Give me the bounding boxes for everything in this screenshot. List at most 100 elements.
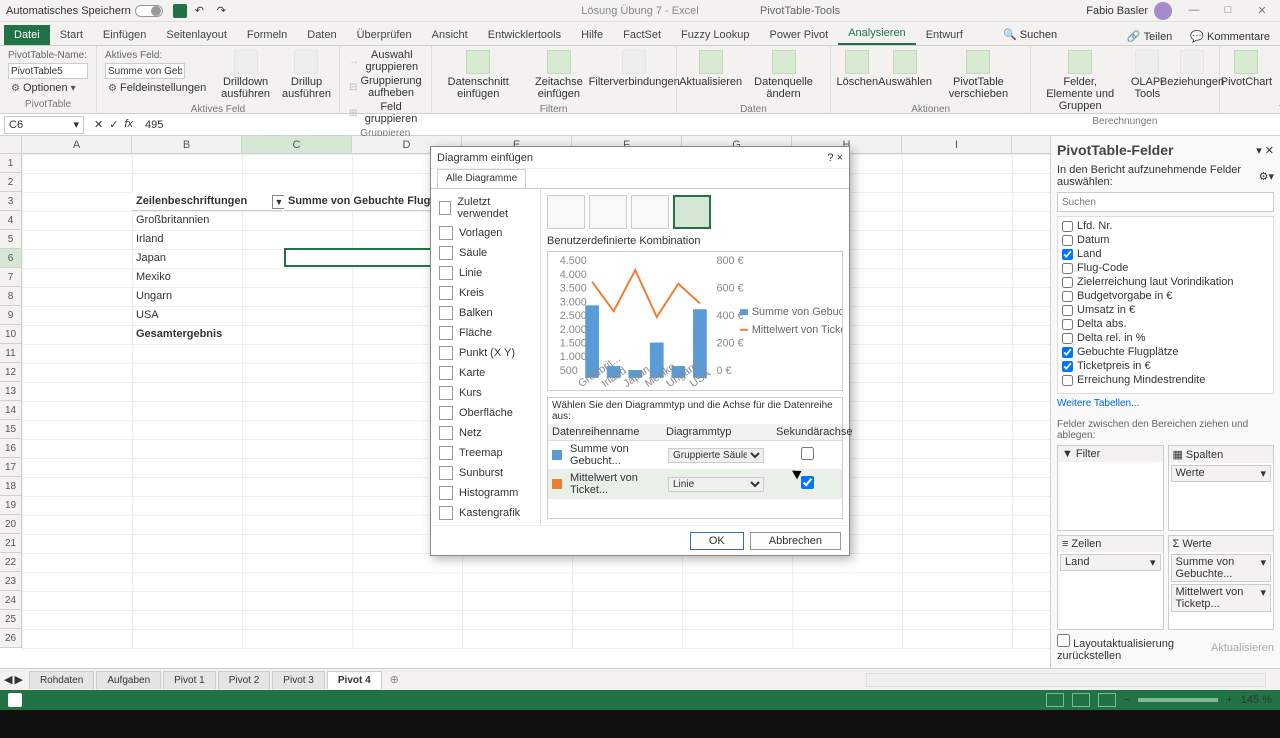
all-charts-tab[interactable]: Alle Diagramme: [437, 169, 526, 188]
row-header[interactable]: 22: [0, 553, 22, 572]
chart-type-item[interactable]: Linie: [431, 263, 540, 283]
pane-close-icon[interactable]: ✕: [1265, 145, 1274, 157]
field-list[interactable]: Lfd. Nr.DatumLandFlug-CodeZielerreichung…: [1057, 216, 1274, 394]
series-type-select-1[interactable]: Gruppierte Säulen: [668, 448, 764, 463]
field-item[interactable]: Zielerreichung laut Vorindikation: [1060, 275, 1271, 289]
field-checkbox[interactable]: [1062, 249, 1073, 260]
chevron-down-icon[interactable]: ▾: [1260, 586, 1266, 610]
sheet-tab[interactable]: Pivot 1: [163, 671, 216, 689]
subtype-2[interactable]: [589, 195, 627, 229]
chart-type-item[interactable]: Sunburst: [431, 463, 540, 483]
field-checkbox[interactable]: [1062, 263, 1073, 274]
field-checkbox[interactable]: [1062, 361, 1073, 372]
row-header[interactable]: 4: [0, 211, 22, 230]
chart-type-list[interactable]: Zuletzt verwendetVorlagenSäuleLinieKreis…: [431, 189, 541, 525]
zoom-slider[interactable]: [1138, 698, 1218, 702]
cancel-button[interactable]: Abbrechen: [750, 532, 841, 550]
comments-button[interactable]: 💬 Kommentare: [1184, 28, 1276, 45]
row-header[interactable]: 10: [0, 325, 22, 344]
recommended-button[interactable]: Empfohlene PivotTables: [1271, 48, 1280, 102]
tab-pagelayout[interactable]: Seitenlayout: [156, 25, 237, 45]
field-item[interactable]: Erreichung Mindestrendite: [1060, 373, 1271, 387]
chart-type-item[interactable]: Kreis: [431, 283, 540, 303]
zoom-in-icon[interactable]: +: [1226, 694, 1232, 706]
redo-icon[interactable]: ↷: [217, 4, 231, 18]
horizontal-scrollbar[interactable]: [866, 673, 1266, 687]
series-row-1[interactable]: Summe von Gebucht... Gruppierte Säulen: [548, 441, 842, 470]
chevron-down-icon[interactable]: ▾: [1260, 556, 1266, 580]
maximize-icon[interactable]: □: [1216, 4, 1240, 17]
minimize-icon[interactable]: —: [1182, 4, 1206, 17]
record-macro-icon[interactable]: [8, 693, 22, 707]
sheet-tab[interactable]: Pivot 3: [272, 671, 325, 689]
chart-type-item[interactable]: Kastengrafik: [431, 503, 540, 523]
sheet-tab[interactable]: Rohdaten: [29, 671, 94, 689]
series-row-2[interactable]: Mittelwert von Ticket... Linie: [548, 470, 842, 499]
refresh-button[interactable]: Aktualisieren: [683, 48, 739, 102]
chevron-down-icon[interactable]: ▾: [1260, 467, 1266, 480]
chart-type-item[interactable]: Fläche: [431, 323, 540, 343]
field-checkbox[interactable]: [1062, 291, 1073, 302]
row-header[interactable]: 6: [0, 249, 22, 268]
area-item[interactable]: Summe von Gebuchte...▾: [1171, 554, 1272, 582]
row-header[interactable]: 24: [0, 591, 22, 610]
chevron-down-icon[interactable]: ▾: [1150, 556, 1156, 569]
chart-type-item[interactable]: Balken: [431, 303, 540, 323]
formula-input[interactable]: 495: [139, 119, 1280, 131]
filter-area[interactable]: ▼Filter: [1057, 445, 1164, 531]
chart-type-item[interactable]: Karte: [431, 363, 540, 383]
tab-analyze[interactable]: Analysieren: [838, 23, 915, 45]
field-item[interactable]: Ticketpreis in €: [1060, 359, 1271, 373]
field-item[interactable]: Datum: [1060, 233, 1271, 247]
row-header[interactable]: 20: [0, 515, 22, 534]
chart-type-item[interactable]: Säule: [431, 243, 540, 263]
tab-factset[interactable]: FactSet: [613, 25, 671, 45]
field-checkbox[interactable]: [1062, 235, 1073, 246]
field-checkbox[interactable]: [1062, 319, 1073, 330]
defer-checkbox[interactable]: Layoutaktualisierung zurückstellen: [1057, 634, 1211, 662]
tab-view[interactable]: Ansicht: [422, 25, 478, 45]
area-item[interactable]: Werte▾: [1171, 465, 1272, 482]
sheet-nav-prev-icon[interactable]: ◀: [4, 673, 12, 686]
tab-design[interactable]: Entwurf: [916, 25, 973, 45]
user-section[interactable]: Fabio Basler: [1086, 2, 1172, 20]
chart-type-item[interactable]: Kurs: [431, 383, 540, 403]
move-button[interactable]: PivotTable verschieben: [933, 48, 1024, 102]
secondary-axis-checkbox-1[interactable]: [801, 447, 814, 460]
tab-data[interactable]: Daten: [297, 25, 346, 45]
column-header[interactable]: C: [242, 136, 352, 153]
pivot-row-label[interactable]: Irland: [132, 230, 282, 249]
tab-developer[interactable]: Entwicklertools: [478, 25, 571, 45]
field-checkbox[interactable]: [1062, 333, 1073, 344]
dialog-close-icon[interactable]: ×: [837, 152, 843, 164]
chart-type-item[interactable]: Treemap: [431, 443, 540, 463]
row-header[interactable]: 26: [0, 629, 22, 648]
row-header[interactable]: 19: [0, 496, 22, 515]
pagebreak-view-icon[interactable]: [1098, 693, 1116, 707]
tab-powerpivot[interactable]: Power Pivot: [760, 25, 839, 45]
field-item[interactable]: Lfd. Nr.: [1060, 219, 1271, 233]
row-header[interactable]: 25: [0, 610, 22, 629]
pivot-row-label[interactable]: Großbritannien: [132, 211, 282, 230]
chevron-down-icon[interactable]: ▾: [73, 118, 79, 131]
sheet-tab[interactable]: Pivot 2: [218, 671, 271, 689]
active-field-input[interactable]: [105, 63, 185, 79]
chart-type-item[interactable]: Wasserfall: [431, 523, 540, 525]
add-sheet-icon[interactable]: ⊕: [384, 671, 405, 688]
change-source-button[interactable]: Datenquelle ändern: [743, 48, 825, 102]
gear-icon[interactable]: ⚙▾: [1259, 170, 1274, 183]
tab-start[interactable]: Start: [50, 25, 93, 45]
save-icon[interactable]: [173, 4, 187, 18]
search-tab[interactable]: 🔍 Suchen: [993, 24, 1067, 45]
clear-button[interactable]: Löschen: [837, 48, 877, 102]
subtype-4-custom[interactable]: [673, 195, 711, 229]
select-all-corner[interactable]: [0, 136, 22, 153]
pane-settings-icon[interactable]: ▾: [1256, 145, 1262, 157]
tab-help[interactable]: Hilfe: [571, 25, 613, 45]
chart-type-item[interactable]: Vorlagen: [431, 223, 540, 243]
columns-area[interactable]: ▦SpaltenWerte▾: [1168, 445, 1275, 531]
field-item[interactable]: Flug-Code: [1060, 261, 1271, 275]
field-item[interactable]: Budgetvorgabe in €: [1060, 289, 1271, 303]
pivot-row-header[interactable]: Zeilenbeschriftungen: [132, 192, 282, 211]
field-item[interactable]: Delta abs.: [1060, 317, 1271, 331]
